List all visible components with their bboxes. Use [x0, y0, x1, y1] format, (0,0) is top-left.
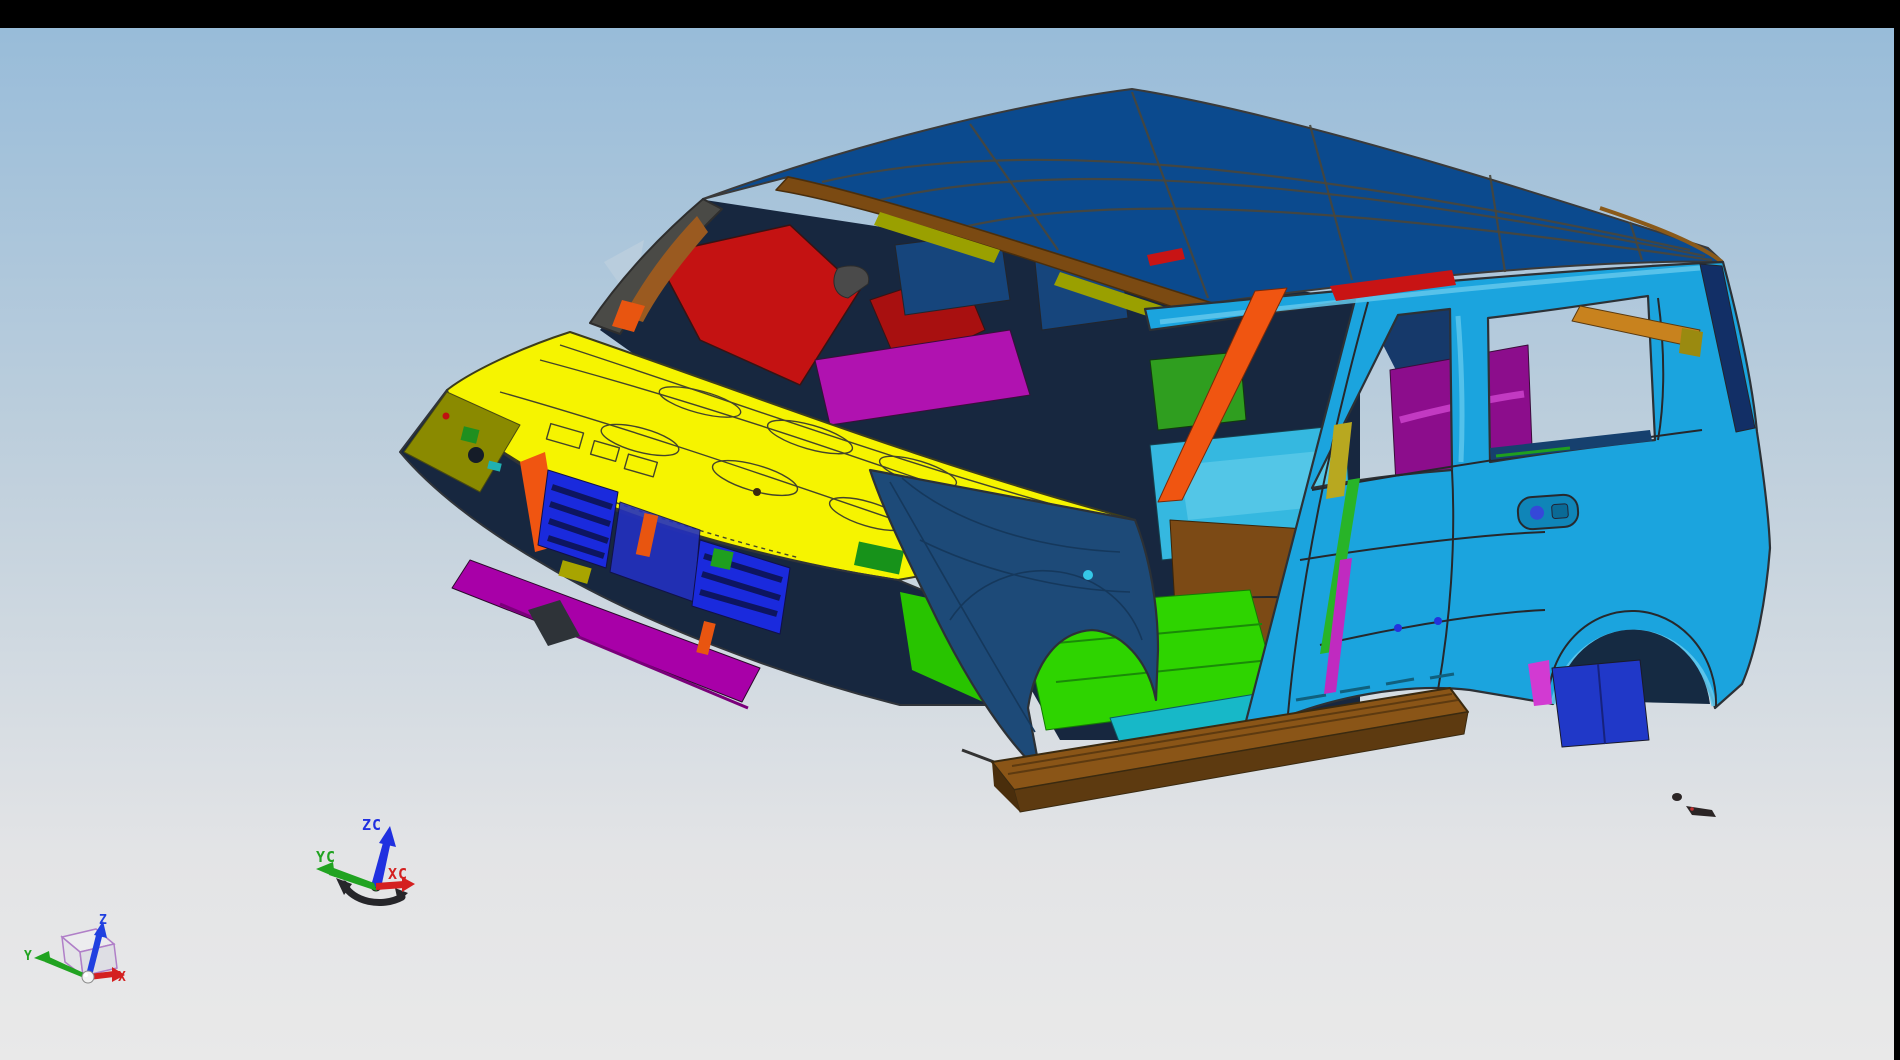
abs-x-label: X: [118, 970, 126, 985]
wcs-z-label: ZC: [362, 816, 382, 834]
abs-origin-highlight: [84, 973, 88, 977]
nose-marker-red: [443, 413, 450, 420]
3d-viewport[interactable]: ZC YC XC Z Y X: [0, 0, 1900, 1060]
abs-origin-sphere: [82, 971, 94, 983]
wcs-x-label: XC: [388, 865, 408, 883]
fender-hole-teal: [1083, 570, 1093, 580]
top-frame-bar: [0, 0, 1900, 28]
wcs-y-label: YC: [316, 848, 336, 866]
right-frame-bar: [1894, 28, 1900, 1060]
headlamp-hole: [468, 447, 484, 463]
fragment-dot-red: [1690, 807, 1694, 811]
door-dot-blue-2: [1434, 617, 1442, 625]
door-handle[interactable]: [1517, 494, 1579, 530]
quarter-bracket-olive: [1679, 328, 1703, 357]
abs-z-label: Z: [99, 913, 107, 928]
abs-y-label: Y: [24, 949, 32, 964]
door-dot-blue: [1394, 624, 1402, 632]
